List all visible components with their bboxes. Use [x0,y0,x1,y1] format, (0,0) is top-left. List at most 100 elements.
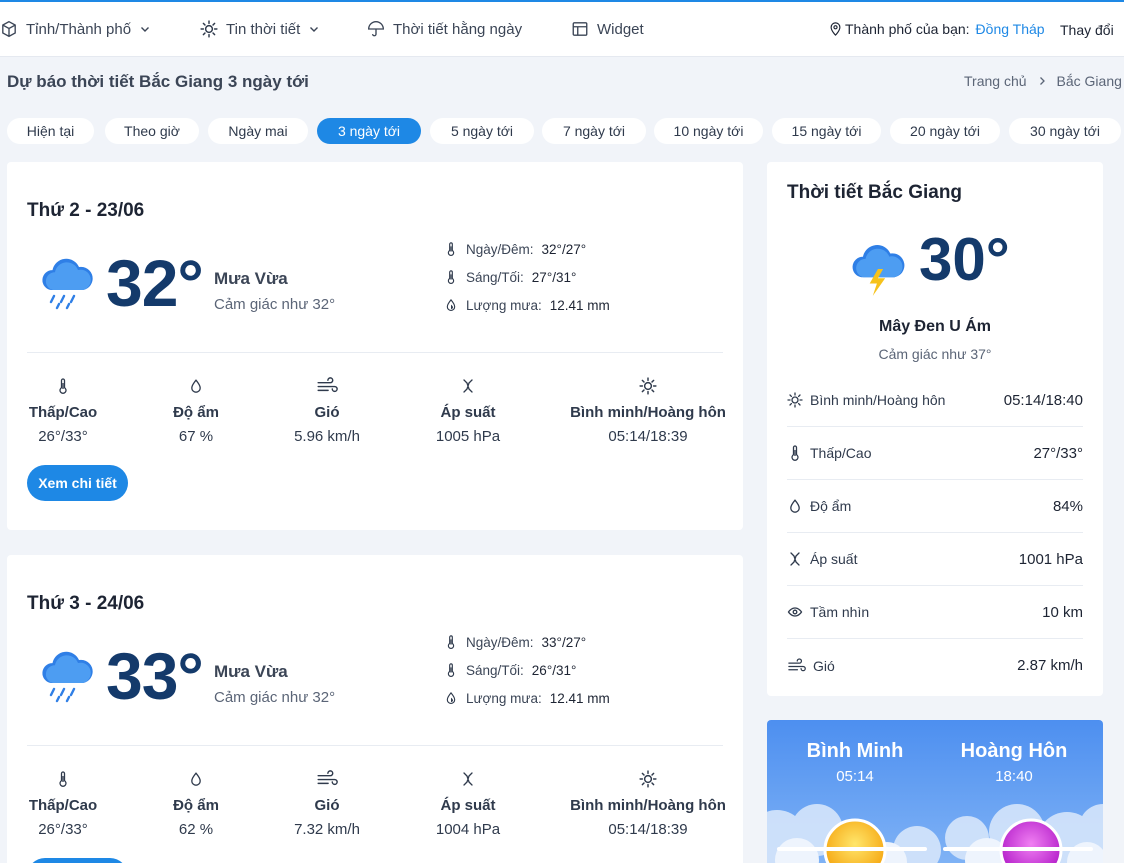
thermometer-icon [444,241,458,257]
current-temperature: 30° [919,226,1010,293]
row-label: Áp suất [810,551,858,567]
detail-morning-evening: Sáng/Tối: 27°/31° [444,269,576,285]
breadcrumb: Trang chủ Bắc Giang [964,73,1122,89]
stat-humidity: Độ ẩm 62 % [157,770,235,838]
nav-province[interactable]: Tỉnh/Thành phố [0,20,151,38]
row-value: 05:14/18:40 [1003,391,1083,409]
row-label: Tầm nhìn [810,604,870,620]
stat-value: 5.96 km/h [294,428,360,445]
wind-icon [316,377,338,395]
tab-tomorrow[interactable]: Ngày mai [208,118,308,144]
chevron-down-icon [310,27,319,32]
current-row-low-high: Thấp/Cao 27°/33° [787,427,1083,480]
detail-value: 33°/27° [541,634,587,650]
page-title: Dự báo thời tiết Bắc Giang 3 ngày tới [7,72,309,91]
sun-icon [787,392,803,408]
detail-label: Sáng/Tối: [466,662,524,678]
umbrella-icon [368,21,384,37]
stat-value: 26°/33° [38,428,88,445]
current-row-visibility: Tầm nhìn 10 km [787,586,1083,639]
top-navigation: Tỉnh/Thành phố Tin thời tiết Thời tiết h… [0,0,1124,57]
current-row-pressure: Áp suất 1001 hPa [787,533,1083,586]
detail-value: 32°/27° [541,241,587,257]
change-city-link[interactable]: Thay đổi [1060,22,1114,38]
row-label: Gió [813,657,835,674]
stat-wind: Gió 7.32 km/h [287,770,367,838]
row-value: 84% [1052,497,1083,515]
detail-morning-evening: Sáng/Tối: 26°/31° [444,662,576,678]
stat-value: 1005 hPa [435,428,501,445]
breadcrumb-current[interactable]: Bắc Giang [1057,73,1122,89]
nav-daily-weather[interactable]: Thời tiết hằng ngày [367,20,522,38]
nav-daily-weather-label: Thời tiết hằng ngày [393,20,523,38]
pressure-icon [787,551,803,567]
thermometer-icon [55,770,71,788]
stat-label: Bình minh/Hoàng hôn [570,797,726,814]
tab-5-days[interactable]: 5 ngày tới [430,118,534,144]
divider [27,745,723,746]
detail-value: 27°/31° [531,269,577,285]
row-value: 1001 hPa [1018,550,1083,568]
stat-label: Bình minh/Hoàng hôn [570,404,726,421]
pressure-icon [460,377,476,395]
stat-value: 7.32 km/h [294,821,360,838]
sun-icon [639,770,657,788]
stat-value: 26°/33° [38,821,88,838]
day-title: Thứ 2 - 23/06 [27,200,145,221]
stat-wind: Gió 5.96 km/h [287,377,367,445]
tab-7-days[interactable]: 7 ngày tới [542,118,646,144]
droplet-icon [188,770,204,788]
stat-sunrise-sunset: Bình minh/Hoàng hôn 05:14/18:39 [568,770,728,838]
current-feels-like: Cảm giác như 37° [878,346,992,362]
sunset-label: Hoàng Hôn [960,740,1068,762]
day-temperature: 32° [106,246,204,320]
sunrise-block: Bình Minh 05:14 [775,740,935,785]
tab-current[interactable]: Hiện tại [7,118,94,144]
nav-weather-news-label: Tin thời tiết [226,20,301,38]
row-value: 2.87 km/h [1017,657,1083,674]
tab-10-days[interactable]: 10 ngày tới [654,118,763,144]
detail-day-night: Ngày/Đêm: 33°/27° [444,634,586,650]
your-city-name[interactable]: Đồng Tháp [976,21,1045,37]
thermometer-icon [787,445,803,461]
tab-hourly[interactable]: Theo giờ [105,118,199,144]
stat-pressure: Áp suất 1004 hPa [428,770,508,838]
droplet-icon [787,498,803,514]
nav-widget-label: Widget [597,20,644,38]
day-condition: Mưa Vừa [214,662,288,681]
wind-icon [316,770,338,788]
nav-widget[interactable]: Widget [571,20,644,38]
thermometer-icon [444,269,458,285]
tab-3-days[interactable]: 3 ngày tới [317,118,421,144]
detail-day-night: Ngày/Đêm: 32°/27° [444,241,586,257]
your-city-prefix: Thành phố của bạn: [845,21,970,37]
detail-label: Lượng mưa: [466,297,542,313]
tab-20-days[interactable]: 20 ngày tới [890,118,1000,144]
day-condition: Mưa Vừa [214,269,288,288]
detail-label: Ngày/Đêm: [466,634,534,650]
day-forecast-card: Thứ 3 - 24/06 33° Mưa Vừa Cảm giác như 3… [7,555,743,863]
stat-value: 1004 hPa [435,821,501,838]
stat-label: Áp suất [440,404,496,421]
table-icon [572,22,588,36]
nav-weather-news[interactable]: Tin thời tiết [200,20,320,38]
row-value: 27°/33° [1033,444,1083,462]
tab-15-days[interactable]: 15 ngày tới [772,118,881,144]
breadcrumb-home[interactable]: Trang chủ [964,73,1027,89]
sunrise-sunset-card: Bình Minh 05:14 Hoàng Hôn 18:40 [767,720,1103,863]
thermometer-icon [444,634,458,650]
cloud-rain-icon [35,252,99,316]
stat-pressure: Áp suất 1005 hPa [428,377,508,445]
stat-sunrise-sunset: Bình minh/Hoàng hôn 05:14/18:39 [568,377,728,445]
chevron-down-icon [141,27,150,32]
current-weather-title: Thời tiết Bắc Giang [787,182,963,203]
view-details-button[interactable] [27,858,128,863]
detail-value: 12.41 mm [549,690,610,706]
current-condition: Mây Đen U Ám [878,318,992,335]
stat-label: Độ ẩm [173,404,219,421]
eye-icon [787,604,803,620]
stat-label: Độ ẩm [173,797,219,814]
view-details-button[interactable]: Xem chi tiết [27,465,128,501]
tab-30-days[interactable]: 30 ngày tới [1009,118,1121,144]
chevron-right-icon [1039,77,1045,85]
